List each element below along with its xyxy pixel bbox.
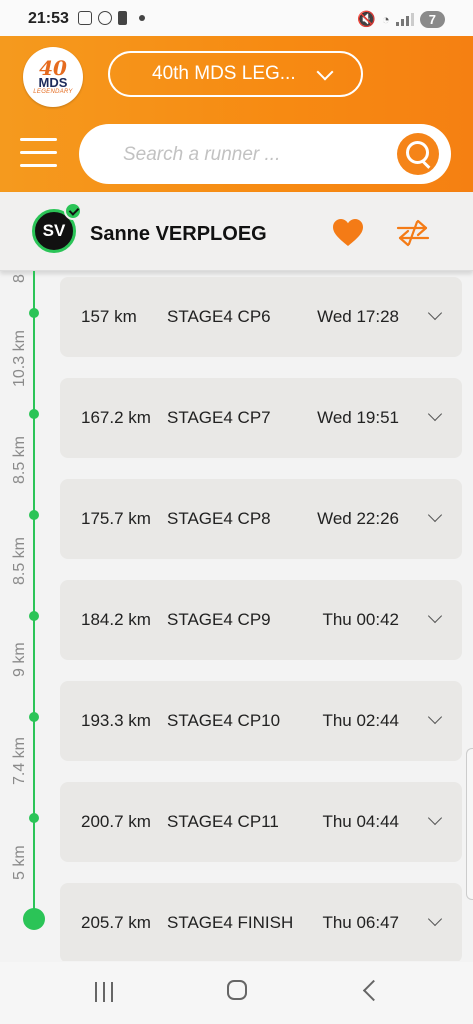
checkpoint-name: STAGE4 CP10	[167, 711, 281, 730]
checkpoint-time: Wed 17:28	[317, 307, 399, 326]
checkpoint-dot	[29, 813, 39, 823]
checkpoint-distance: 184.2 km	[81, 610, 151, 629]
hamburger-menu-button[interactable]	[20, 138, 58, 170]
chevron-down-icon[interactable]	[427, 709, 443, 725]
segment-label: 10.3 km	[11, 330, 28, 387]
finish-dot	[23, 908, 45, 930]
segment-label: 5 km	[11, 845, 28, 880]
system-navigation-bar	[0, 962, 473, 1024]
status-bar: 21:53 🔇 ◔ 7	[0, 0, 473, 36]
logo-subtext: LEGENDARY	[33, 88, 73, 95]
checkpoint-card[interactable]: 175.7 km STAGE4 CP8 Wed 22:26	[60, 479, 462, 559]
checkpoint-card[interactable]: 200.7 km STAGE4 CP11 Thu 04:44	[60, 782, 462, 862]
checkpoint-timeline[interactable]: 8 10.3 km 8.5 km 8.5 km 9 km 7.4 km 5 km…	[0, 271, 473, 961]
checkpoint-name: STAGE4 CP9	[167, 610, 271, 629]
search-input[interactable]	[121, 140, 375, 170]
segment-label: 8.5 km	[11, 536, 28, 585]
chevron-down-icon[interactable]	[427, 608, 443, 624]
screenshot-icon	[78, 11, 92, 25]
more-notifications-icon	[139, 15, 145, 21]
race-selector[interactable]: 40th MDS LEG...	[108, 51, 363, 97]
mute-icon: 🔇	[357, 11, 376, 28]
checkpoint-name: STAGE4 CP6	[167, 307, 271, 326]
checkpoint-dot	[29, 308, 39, 318]
checkpoint-dot	[29, 409, 39, 419]
runner-initials: SV	[42, 221, 66, 240]
runner-bar: SV Sanne VERPLOEG	[0, 192, 473, 271]
chevron-down-icon[interactable]	[427, 911, 443, 927]
whatsapp-icon	[98, 11, 112, 25]
checkpoint-card[interactable]: 167.2 km STAGE4 CP7 Wed 19:51	[60, 378, 462, 458]
system-icons: 🔇 ◔ 7	[357, 10, 445, 28]
segment-label: 8.5 km	[11, 435, 28, 484]
runner-name: Sanne VERPLOEG	[90, 223, 267, 245]
verified-badge-icon	[64, 202, 82, 220]
chevron-down-icon[interactable]	[427, 507, 443, 523]
status-time: 21:53	[28, 10, 69, 27]
checkpoint-name: STAGE4 FINISH	[167, 913, 294, 932]
logo-number: 40	[39, 55, 67, 80]
chevron-down-icon[interactable]	[427, 305, 443, 321]
home-button[interactable]	[227, 980, 247, 1000]
chevron-down-icon	[316, 63, 334, 81]
checkpoint-card[interactable]: 205.7 km STAGE4 FINISH Thu 06:47	[60, 883, 462, 961]
checkpoint-time: Thu 02:44	[322, 711, 399, 730]
search-bar	[79, 124, 451, 184]
scrollbar-handle[interactable]	[466, 748, 473, 900]
checkpoint-card[interactable]: 184.2 km STAGE4 CP9 Thu 00:42	[60, 580, 462, 660]
back-button[interactable]	[362, 979, 385, 1002]
checkpoint-distance: 205.7 km	[81, 913, 151, 932]
checkpoint-time: Wed 19:51	[317, 408, 399, 427]
checkpoint-dot	[29, 712, 39, 722]
checkpoint-time: Thu 06:47	[322, 913, 399, 932]
checkpoint-card[interactable]: 157 km STAGE4 CP6 Wed 17:28	[60, 277, 462, 357]
battery-saver-icon	[118, 11, 127, 25]
favorite-heart-icon[interactable]	[332, 218, 364, 248]
segment-label: 9 km	[11, 642, 28, 677]
battery-level: 7	[419, 10, 445, 28]
checkpoint-name: STAGE4 CP8	[167, 509, 271, 528]
race-selector-label: 40th MDS LEG...	[152, 63, 296, 84]
checkpoint-dot	[29, 510, 39, 520]
notification-icons	[78, 11, 145, 25]
checkpoint-dot	[29, 611, 39, 621]
signal-icon	[395, 12, 414, 26]
app-header: 40 MDS LEGENDARY 40th MDS LEG...	[0, 36, 473, 192]
logo-text: MDS	[38, 74, 68, 90]
segment-label-partial: 8	[11, 274, 28, 283]
chevron-down-icon[interactable]	[427, 406, 443, 422]
checkpoint-time: Thu 04:44	[322, 812, 399, 831]
checkpoint-time: Thu 00:42	[322, 610, 399, 629]
search-button[interactable]	[397, 133, 439, 175]
segment-label: 7.4 km	[11, 736, 28, 785]
recent-apps-button[interactable]	[95, 982, 113, 1002]
checkpoint-distance: 193.3 km	[81, 711, 151, 730]
search-icon	[406, 141, 429, 164]
menu-icon	[20, 138, 57, 141]
checkpoint-name: STAGE4 CP7	[167, 408, 271, 427]
checkpoint-name: STAGE4 CP11	[167, 812, 279, 831]
wifi-icon: ◔	[381, 11, 390, 27]
checkpoint-card[interactable]: 193.3 km STAGE4 CP10 Thu 02:44	[60, 681, 462, 761]
compare-arrows-icon[interactable]	[396, 218, 430, 248]
checkpoint-distance: 157 km	[81, 307, 137, 326]
checkpoint-distance: 167.2 km	[81, 408, 151, 427]
chevron-down-icon[interactable]	[427, 810, 443, 826]
checkpoint-distance: 200.7 km	[81, 812, 151, 831]
checkpoint-time: Wed 22:26	[317, 509, 399, 528]
mds-logo[interactable]: 40 MDS LEGENDARY	[23, 47, 83, 107]
recent-apps-icon	[95, 982, 97, 1002]
checkpoint-distance: 175.7 km	[81, 509, 151, 528]
